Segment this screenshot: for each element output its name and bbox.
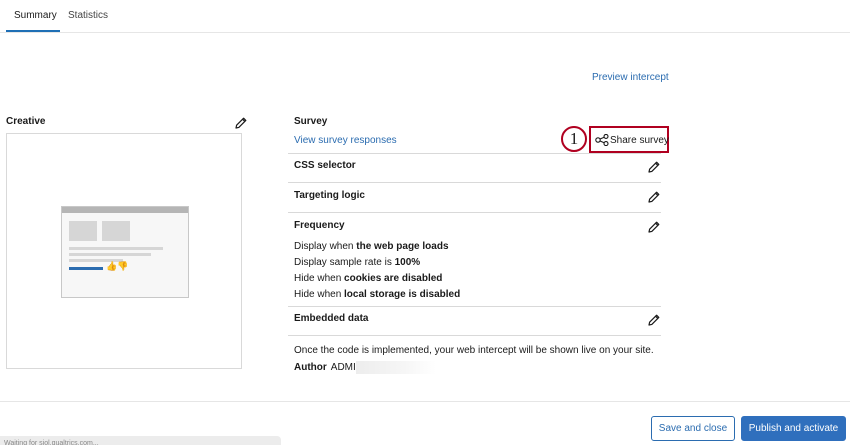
share-icon — [595, 134, 609, 146]
edit-css-selector-pencil-icon[interactable] — [647, 160, 661, 174]
creative-preview: 👍👎 — [6, 133, 242, 369]
frequency-title: Frequency — [294, 220, 345, 231]
targeting-logic-title: Targeting logic — [294, 190, 365, 201]
divider — [288, 212, 661, 213]
author-row: Author ADMIN — [294, 362, 364, 373]
thumbs-icon: 👍👎 — [106, 261, 129, 271]
divider — [288, 153, 661, 154]
footer-divider — [0, 401, 850, 402]
share-survey-button[interactable]: Share survey — [589, 126, 669, 153]
annotation-callout-number: 1 — [561, 126, 587, 152]
active-tab-indicator — [6, 30, 60, 32]
edit-frequency-pencil-icon[interactable] — [647, 220, 661, 234]
frequency-line: Display sample rate is 100% — [294, 257, 421, 268]
frequency-line: Display when the web page loads — [294, 241, 449, 252]
redacted-author-name — [356, 361, 436, 374]
survey-title: Survey — [294, 116, 328, 127]
edit-embedded-data-pencil-icon[interactable] — [647, 313, 661, 327]
divider — [288, 182, 661, 183]
embedded-data-title: Embedded data — [294, 313, 369, 324]
share-survey-label: Share survey — [610, 135, 669, 146]
edit-creative-pencil-icon[interactable] — [234, 116, 248, 130]
creative-thumbnail: 👍👎 — [61, 206, 189, 298]
save-and-close-button[interactable]: Save and close — [651, 416, 735, 441]
tab-bar: Summary Statistics — [0, 0, 850, 33]
divider — [288, 335, 661, 336]
frequency-line: Hide when local storage is disabled — [294, 289, 461, 300]
preview-intercept-link[interactable]: Preview intercept — [592, 72, 669, 83]
publish-and-activate-button[interactable]: Publish and activate — [741, 416, 846, 441]
creative-title: Creative — [6, 116, 46, 127]
tab-statistics[interactable]: Statistics — [68, 10, 108, 21]
view-survey-responses-link[interactable]: View survey responses — [294, 135, 397, 146]
tab-summary[interactable]: Summary — [14, 10, 57, 21]
browser-status-bar: Waiting for siol.qualtrics.com... — [0, 436, 281, 445]
frequency-line: Hide when cookies are disabled — [294, 273, 443, 284]
edit-targeting-logic-pencil-icon[interactable] — [647, 190, 661, 204]
implementation-note: Once the code is implemented, your web i… — [294, 345, 654, 356]
css-selector-title: CSS selector — [294, 160, 356, 171]
divider — [288, 306, 661, 307]
